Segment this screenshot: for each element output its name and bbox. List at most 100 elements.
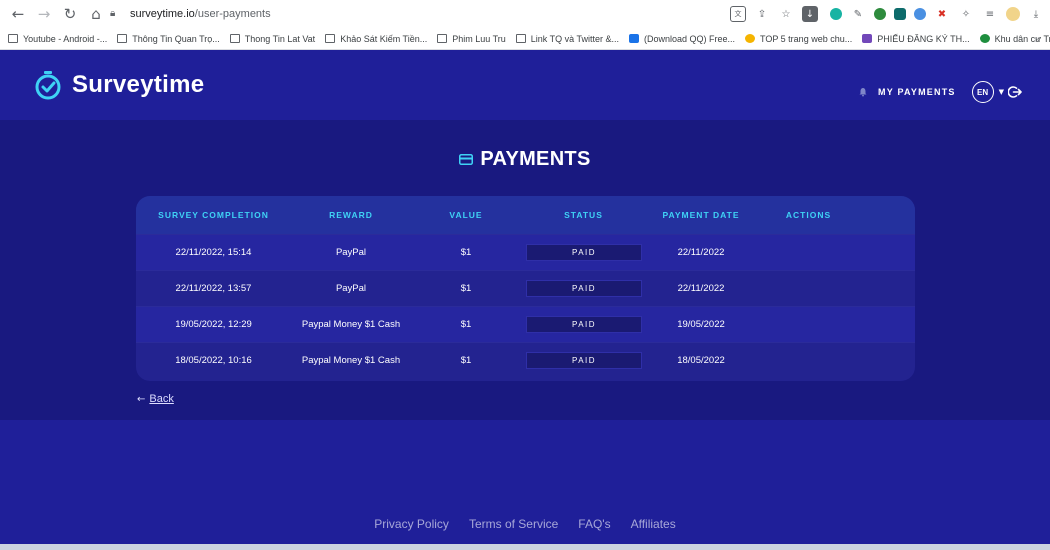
- status-badge: PAID: [526, 244, 642, 261]
- reward-cell: Paypal Money $1 Cash: [301, 319, 401, 330]
- bookmark-label: PHIẾU ĐĂNG KÝ TH...: [877, 33, 970, 44]
- value-cell: $1: [460, 247, 472, 258]
- extension-icon[interactable]: [914, 8, 926, 20]
- affiliates-link[interactable]: Affiliates: [631, 517, 676, 531]
- bookmark-label: Khu dân cư Trường S...: [994, 33, 1050, 44]
- column-header: REWARD: [329, 210, 373, 220]
- green-favicon-icon: [979, 34, 990, 43]
- table-row: 18/05/2022, 10:16 Paypal Money $1 Cash $…: [136, 342, 915, 378]
- left-arrow-icon: ←: [137, 393, 146, 405]
- page-title-text: PAYMENTS: [480, 148, 591, 170]
- column-header: STATUS: [564, 210, 603, 220]
- bookmarks-more-icon[interactable]: »: [1035, 34, 1040, 44]
- value-cell: $1: [460, 319, 472, 330]
- table-header: SURVEY COMPLETION REWARD VALUE STATUS PA…: [136, 196, 915, 234]
- translate-icon[interactable]: 文: [730, 6, 746, 22]
- faq-link[interactable]: FAQ's: [578, 517, 610, 531]
- bell-icon[interactable]: [858, 87, 868, 97]
- bookmark-item[interactable]: Phim Luu Tru: [437, 34, 506, 44]
- payments-table: SURVEY COMPLETION REWARD VALUE STATUS PA…: [136, 196, 915, 381]
- browser-toolbar: ← → ↻ ⌂ 🔒︎ surveytime.io/user-payments 文…: [0, 0, 1050, 28]
- bookmarks-bar: Youtube - Android -... Thông Tin Quan Tr…: [0, 28, 1050, 50]
- bookmark-item[interactable]: (Download QQ) Free...: [628, 33, 735, 44]
- stopwatch-check-icon: [35, 71, 61, 100]
- reload-icon[interactable]: ↻: [60, 4, 80, 24]
- page-title: PAYMENTS: [0, 148, 1050, 171]
- payment-date-cell: 22/11/2022: [677, 283, 725, 294]
- folder-icon: [117, 34, 128, 43]
- extension-icon[interactable]: ✖: [934, 6, 950, 22]
- column-header: VALUE: [449, 210, 483, 220]
- table-row: 22/11/2022, 15:14 PayPal $1 PAID 22/11/2…: [136, 234, 915, 270]
- completion-cell: 22/11/2022, 13:57: [175, 283, 252, 294]
- bookmark-label: Thong Tin Lat Vat: [244, 33, 316, 44]
- bookmark-label: Thông Tin Quan Trọ...: [132, 33, 220, 44]
- column-header: PAYMENT DATE: [662, 210, 740, 220]
- bookmark-star-icon[interactable]: ☆: [778, 6, 794, 22]
- folder-icon: [437, 34, 448, 43]
- site-header: Surveytime MY PAYMENTS EN ▼: [0, 50, 1050, 120]
- download-ext-icon[interactable]: ↓: [802, 6, 818, 22]
- extension-icon[interactable]: [830, 8, 842, 20]
- logo-text: Surveytime: [72, 71, 205, 98]
- chevron-down-icon[interactable]: ▼: [999, 88, 1004, 96]
- url-path: /user-payments: [194, 8, 271, 20]
- bookmark-item[interactable]: Thông Tin Quan Trọ...: [117, 34, 220, 44]
- column-header: ACTIONS: [785, 210, 832, 220]
- column-header: SURVEY COMPLETION: [158, 210, 269, 220]
- footer: Privacy Policy Terms of Service FAQ's Af…: [0, 420, 1050, 544]
- my-payments-link[interactable]: MY PAYMENTS: [878, 87, 956, 97]
- reward-cell: PayPal: [335, 247, 367, 258]
- table-row: 22/11/2022, 13:57 PayPal $1 PAID 22/11/2…: [136, 270, 915, 306]
- folder-icon: [325, 34, 336, 43]
- bookmark-label: Youtube - Android -...: [23, 33, 108, 44]
- url-host: surveytime.io: [130, 8, 195, 20]
- privacy-policy-link[interactable]: Privacy Policy: [374, 517, 449, 531]
- extension-icon[interactable]: [874, 8, 886, 20]
- star-favicon-icon: [745, 34, 755, 43]
- header-nav: MY PAYMENTS EN ▼: [858, 81, 1022, 103]
- bookmark-label: Khảo Sát Kiếm Tiền...: [340, 33, 428, 44]
- bookmark-label: (Download QQ) Free...: [643, 33, 735, 44]
- payment-date-cell: 22/11/2022: [677, 247, 725, 258]
- status-badge: PAID: [526, 352, 642, 369]
- table-row: 19/05/2022, 12:29 Paypal Money $1 Cash $…: [136, 306, 915, 342]
- logo[interactable]: Surveytime: [34, 70, 204, 100]
- main-content: PAYMENTS SURVEY COMPLETION REWARD VALUE …: [0, 120, 1050, 420]
- value-cell: $1: [460, 355, 472, 366]
- forward-arrow-icon[interactable]: →: [34, 4, 54, 24]
- bookmark-label: TOP 5 trang web chu...: [760, 33, 853, 44]
- share-icon[interactable]: ⇪: [754, 6, 770, 22]
- logout-icon[interactable]: [1008, 85, 1022, 99]
- folder-icon: [515, 34, 526, 43]
- payment-date-cell: 18/05/2022: [677, 355, 725, 366]
- browser-actions: 文 ⇪ ☆ ↓ ✎ ✖ ✧ ≡ ⤓: [722, 4, 1044, 24]
- bookmark-item[interactable]: Link TQ và Twitter &...: [515, 33, 619, 44]
- bookmark-item[interactable]: PHIẾU ĐĂNG KÝ TH...: [862, 33, 970, 44]
- value-cell: $1: [460, 283, 472, 294]
- qq-favicon-icon: [628, 34, 639, 43]
- folder-icon: [229, 34, 240, 43]
- bookmark-item[interactable]: TOP 5 trang web chu...: [745, 34, 852, 44]
- language-selector[interactable]: EN: [971, 81, 994, 103]
- bookmark-item[interactable]: Thong Tin Lat Vat: [229, 33, 316, 44]
- home-icon[interactable]: ⌂: [86, 4, 106, 24]
- back-arrow-icon[interactable]: ←: [8, 4, 28, 24]
- extension-icon[interactable]: ✎: [850, 6, 866, 22]
- extension-icon[interactable]: [894, 8, 906, 20]
- status-badge: PAID: [526, 316, 642, 333]
- bookmark-item[interactable]: Youtube - Android -...: [8, 34, 107, 44]
- completion-cell: 22/11/2022, 15:14: [175, 247, 252, 258]
- credit-card-icon: [459, 154, 474, 165]
- bookmark-label: Link TQ và Twitter &...: [530, 33, 619, 44]
- status-badge: PAID: [526, 280, 642, 297]
- puzzle-icon[interactable]: ✧: [958, 6, 974, 22]
- download-icon[interactable]: ⤓: [1028, 6, 1044, 22]
- reading-list-icon[interactable]: ≡: [982, 6, 998, 22]
- address-bar[interactable]: 🔒︎ surveytime.io/user-payments: [110, 4, 690, 24]
- back-link[interactable]: ← Back: [137, 393, 174, 405]
- bookmark-item[interactable]: Khảo Sát Kiếm Tiền...: [325, 34, 427, 44]
- profile-avatar-icon[interactable]: [1006, 7, 1020, 21]
- lock-icon: 🔒︎: [110, 8, 116, 19]
- terms-of-service-link[interactable]: Terms of Service: [469, 517, 558, 531]
